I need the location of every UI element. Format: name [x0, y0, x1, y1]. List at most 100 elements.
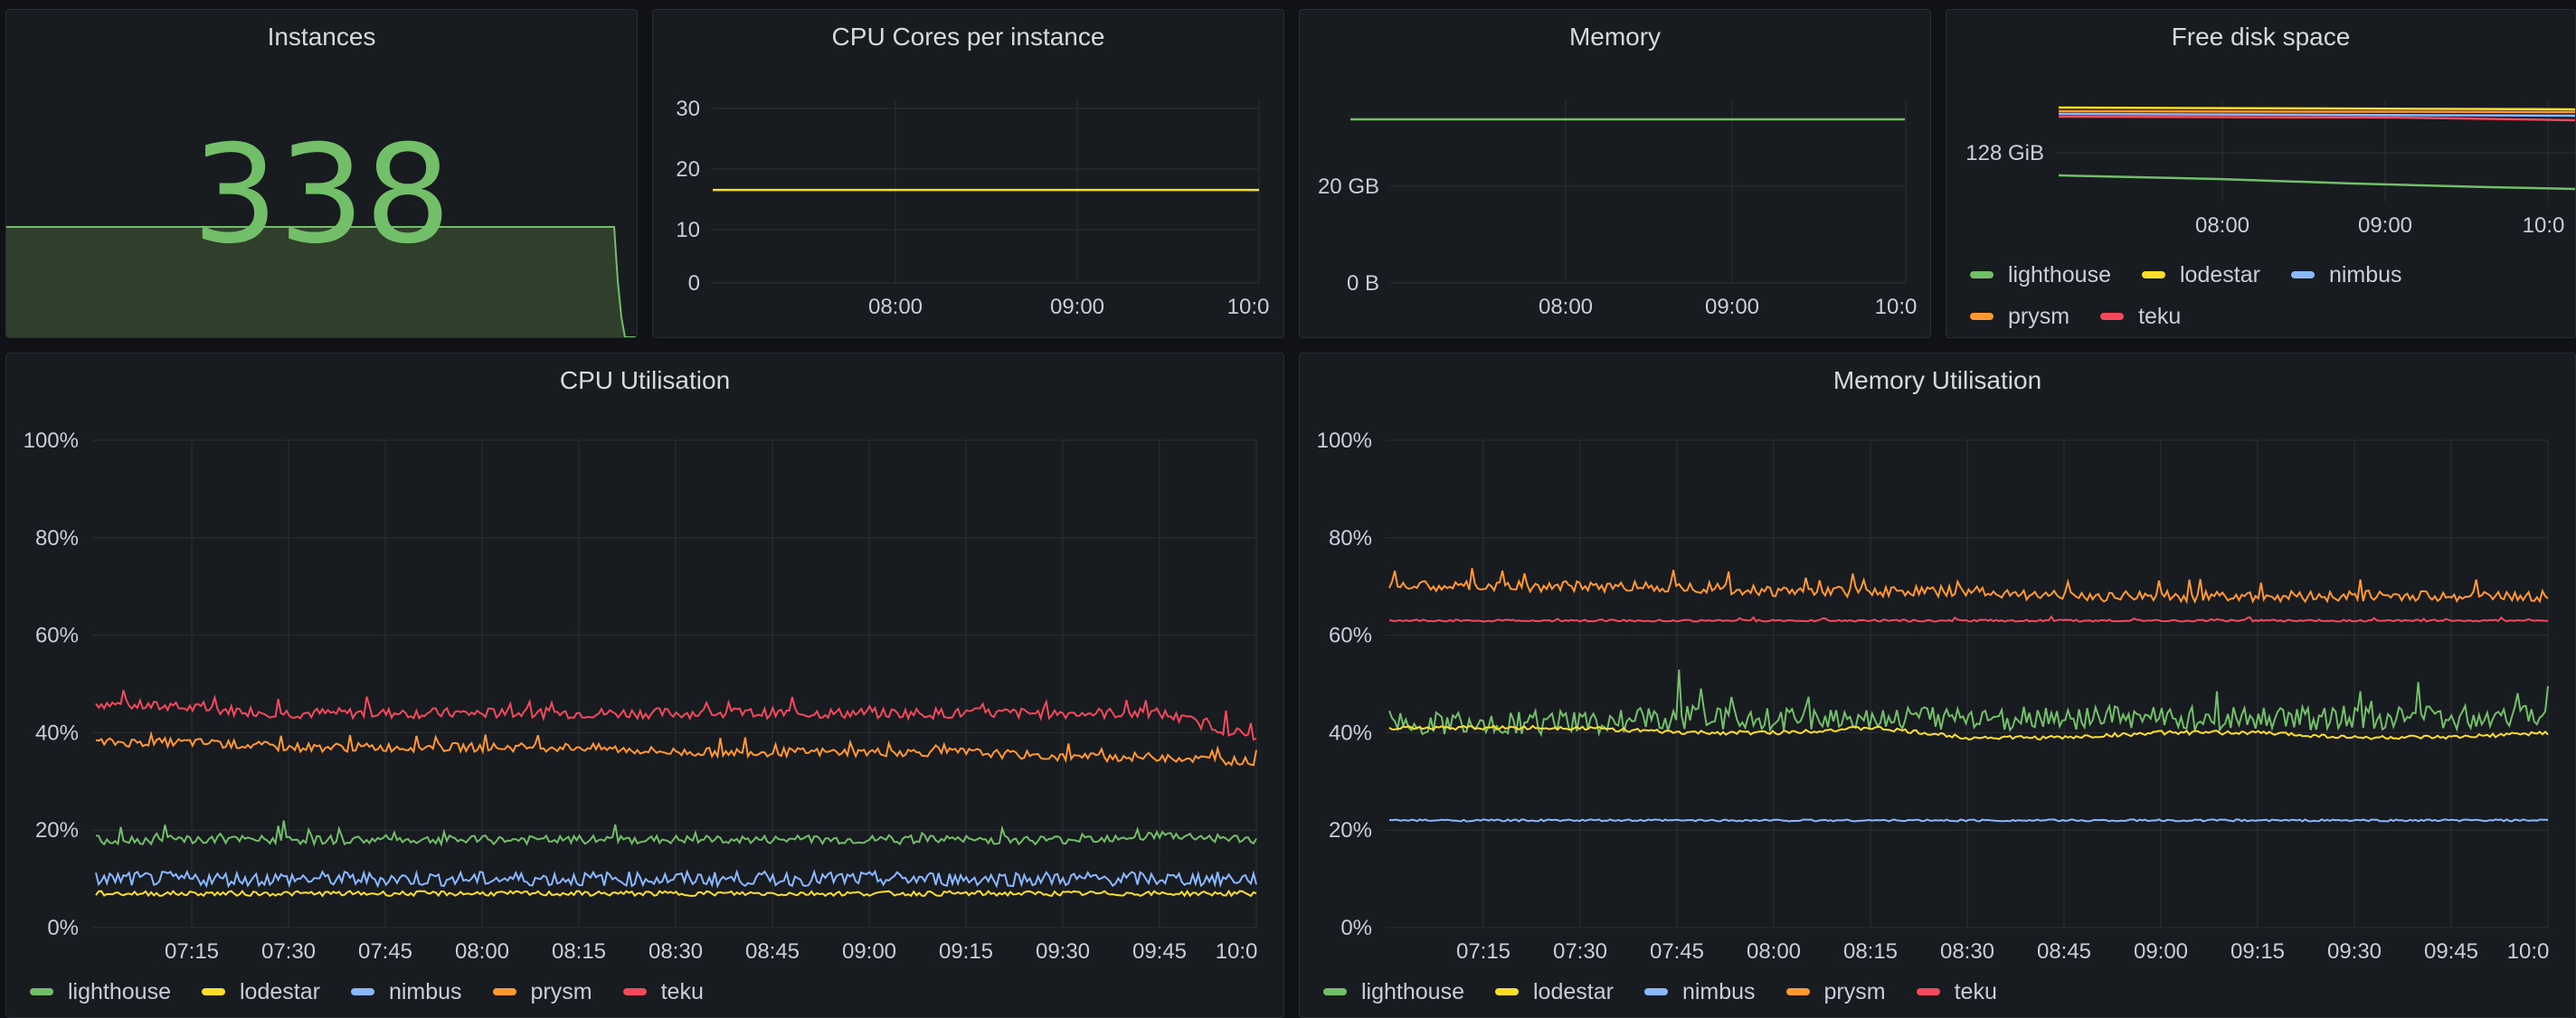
legend-item-lighthouse[interactable]: lighthouse	[1323, 971, 1464, 1013]
legend-swatch	[1916, 988, 1940, 995]
legend-item-lighthouse[interactable]: lighthouse	[30, 971, 171, 1013]
y-tick-label: 0%	[1340, 916, 1372, 940]
legend-swatch	[1970, 313, 1994, 320]
series-line-nimbus	[2058, 112, 2575, 118]
y-tick-label: 10	[676, 218, 700, 242]
legend-item-lighthouse[interactable]: lighthouse	[1970, 254, 2111, 296]
legend-label: prysm	[1823, 978, 1886, 1004]
legend-item-nimbus[interactable]: nimbus	[350, 971, 462, 1013]
legend-item-teku[interactable]: teku	[2100, 296, 2181, 337]
y-tick-label: 0	[688, 271, 700, 296]
cpu-util-legend: lighthouse lodestar nimbus prysm teku	[30, 971, 734, 1013]
x-tick-label: 09:15	[2230, 939, 2285, 964]
cpu-util-chart: 100% 80% 60% 40% 20% 0% 07:15 07:30 07:45 08:00 08…	[24, 429, 1258, 964]
legend-item-lodestar[interactable]: lodestar	[201, 971, 320, 1013]
instances-value: 338	[192, 117, 451, 274]
legend-label: lodestar	[2179, 261, 2260, 287]
legend-swatch	[201, 988, 225, 995]
legend-label: lighthouse	[2008, 261, 2111, 287]
x-tick-label: 08:00	[1539, 295, 1593, 319]
mem-util-panel[interactable]: Memory Utilisation 100% 80% 60% 40% 20% 0% 07:…	[1299, 353, 2576, 1018]
series-line-teku	[2058, 115, 2575, 122]
x-tick-label: 08:00	[455, 939, 509, 964]
legend-item-prysm[interactable]: prysm	[1785, 971, 1886, 1013]
x-tick-label: 08:30	[1940, 939, 1994, 964]
x-tick-label: 09:30	[2327, 939, 2382, 964]
legend-item-prysm[interactable]: prysm	[492, 971, 592, 1013]
legend-label: nimbus	[1681, 978, 1756, 1004]
legend-item-lodestar[interactable]: lodestar	[1494, 971, 1614, 1013]
disk-panel[interactable]: Free disk space 128 GiB 08:00 09:00 10:0 li…	[1946, 9, 2576, 338]
legend-item-lodestar[interactable]: lodestar	[2141, 254, 2260, 296]
legend-label: prysm	[2008, 303, 2070, 329]
cpu-cores-panel[interactable]: CPU Cores per instance 30 20 10 0 08:00 09:00…	[652, 9, 1284, 338]
x-tick-label: 07:45	[358, 939, 412, 964]
legend-swatch	[1323, 988, 1347, 995]
legend-swatch	[1494, 988, 1519, 995]
x-tick-label: 09:45	[2424, 939, 2478, 964]
legend-item-prysm[interactable]: prysm	[1970, 296, 2069, 337]
legend-swatch	[2141, 271, 2165, 278]
legend-swatch	[492, 988, 516, 995]
legend-label: lodestar	[239, 978, 320, 1004]
x-tick-label: 10:0	[2507, 939, 2550, 964]
x-tick-label: 07:45	[1650, 939, 1704, 964]
legend-item-nimbus[interactable]: nimbus	[1643, 971, 1756, 1013]
legend-swatch	[1970, 271, 1994, 278]
memory-panel[interactable]: Memory 20 GB 0 B 08:00 09:00 10:0	[1299, 9, 1931, 338]
x-tick-label: 09:15	[939, 939, 993, 964]
legend-swatch	[622, 988, 647, 995]
x-tick-label: 09:00	[2134, 939, 2188, 964]
y-tick-label: 20 GB	[1318, 174, 1379, 199]
x-tick-label: 09:45	[1132, 939, 1187, 964]
x-tick-label: 08:15	[552, 939, 606, 964]
x-tick-label: 09:00	[2358, 213, 2412, 238]
cpu-util-panel[interactable]: CPU Utilisation 100% 80% 60% 40% 20% 0% 07:15 0…	[5, 353, 1284, 1018]
y-tick-label: 60%	[35, 624, 79, 648]
y-tick-label: 100%	[1317, 429, 1372, 453]
y-tick-label: 128 GiB	[1965, 141, 2044, 165]
legend-swatch	[2100, 313, 2125, 320]
y-tick-label: 40%	[1329, 721, 1372, 745]
disk-legend: lighthouse lodestar nimbus prysm teku	[1970, 254, 2558, 337]
x-tick-label: 08:30	[649, 939, 703, 964]
x-tick-label: 09:30	[1036, 939, 1090, 964]
mem-util-chart: 100% 80% 60% 40% 20% 0% 07:15 07:30 07:45 08:00 08…	[1317, 429, 2550, 964]
series-line-lodestar	[2058, 106, 2575, 111]
x-tick-label: 08:00	[868, 295, 923, 319]
legend-swatch	[2290, 271, 2315, 278]
x-tick-label: 07:15	[1456, 939, 1511, 964]
legend-item-teku[interactable]: teku	[622, 971, 704, 1013]
legend-label: teku	[2138, 303, 2182, 329]
x-tick-label: 08:45	[745, 939, 800, 964]
y-tick-label: 40%	[35, 721, 79, 745]
y-tick-label: 0 B	[1347, 271, 1379, 296]
legend-swatch	[350, 988, 374, 995]
legend-swatch	[1785, 988, 1810, 995]
y-tick-label: 60%	[1329, 624, 1372, 648]
x-tick-label: 08:00	[1747, 939, 1801, 964]
legend-label: lighthouse	[68, 978, 171, 1004]
legend-swatch	[1643, 988, 1668, 995]
legend-label: teku	[660, 978, 704, 1004]
x-tick-label: 10:0	[2523, 213, 2565, 238]
x-tick-label: 09:00	[1705, 295, 1759, 319]
legend-item-nimbus[interactable]: nimbus	[2290, 254, 2402, 296]
y-tick-label: 20%	[1329, 818, 1372, 843]
x-tick-label: 10:0	[1875, 295, 1918, 319]
x-tick-label: 07:15	[165, 939, 219, 964]
y-tick-label: 0%	[47, 916, 79, 940]
legend-label: lodestar	[1532, 978, 1614, 1004]
legend-label: lighthouse	[1361, 978, 1464, 1004]
series-line-teku	[1388, 615, 2549, 623]
y-tick-label: 20	[676, 157, 700, 182]
y-tick-label: 30	[676, 97, 700, 121]
x-tick-label: 08:15	[1843, 939, 1898, 964]
instances-panel[interactable]: Instances 338	[5, 9, 638, 338]
y-tick-label: 80%	[1329, 526, 1372, 551]
legend-label: prysm	[530, 978, 592, 1004]
series-line-nimbus	[1388, 818, 2549, 823]
legend-item-teku[interactable]: teku	[1916, 971, 1997, 1013]
legend-swatch	[30, 988, 53, 995]
y-tick-label: 80%	[35, 526, 79, 551]
